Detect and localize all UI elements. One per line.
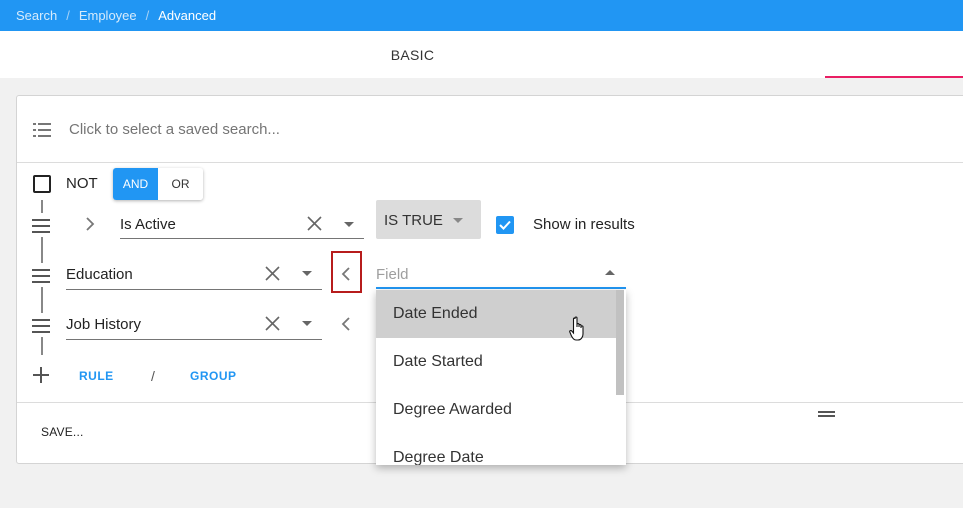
breadcrumb-separator: / [66,8,70,23]
action-separator: / [151,368,155,384]
and-button[interactable]: AND [113,168,158,200]
dropdown-scrollbar[interactable] [616,290,624,395]
chevron-down-icon[interactable] [344,222,354,227]
subfield-input[interactable]: Field [376,266,409,283]
tree-line [41,200,43,213]
breadcrumb-separator: / [145,8,150,23]
chevron-right-icon[interactable] [85,217,95,231]
clear-icon[interactable] [307,216,322,231]
field-underline [66,339,322,340]
operator-value: IS TRUE [384,212,443,229]
chevron-up-icon[interactable] [605,270,615,275]
operator-select[interactable]: IS TRUE [376,200,481,239]
drag-handle-icon[interactable] [32,269,50,287]
chevron-down-icon [453,218,463,223]
breadcrumb: Search / Employee / Advanced [0,0,963,31]
tab-basic[interactable]: BASIC [310,31,515,78]
show-in-results-checkbox[interactable] [496,216,514,234]
saved-search-selector[interactable]: Click to select a saved search... [17,96,963,163]
tree-line [41,337,43,355]
rule-field-value[interactable]: Job History [66,316,141,333]
clear-icon[interactable] [265,316,280,331]
dropdown-option[interactable]: Date Started [376,338,616,386]
add-rule-button[interactable]: RULE [79,369,114,383]
add-icon[interactable] [33,367,49,383]
tree-line [41,287,43,313]
rule-field-value[interactable]: Education [66,266,133,283]
dropdown-option[interactable]: Degree Awarded [376,386,616,434]
not-checkbox[interactable] [33,175,51,193]
show-in-results-label: Show in results [533,216,635,233]
add-group-button[interactable]: GROUP [190,369,237,383]
field-dropdown-menu: Date Ended Date Started Degree Awarded D… [376,290,626,465]
tab-advanced[interactable] [825,31,963,78]
breadcrumb-advanced: Advanced [158,8,217,23]
rule-field-value[interactable]: Is Active [120,216,176,233]
subfield-underline [376,287,626,289]
save-button[interactable]: SAVE... [41,425,84,439]
breadcrumb-employee[interactable]: Employee [79,8,137,23]
tree-line [41,237,43,263]
list-icon [33,123,51,137]
active-tab-indicator [825,76,963,78]
chevron-down-icon[interactable] [302,271,312,276]
dropdown-option[interactable]: Degree Date [376,434,616,465]
field-underline [120,238,364,239]
and-or-toggle: AND OR [113,168,203,200]
chevron-left-icon[interactable] [341,317,351,331]
or-button[interactable]: OR [158,168,203,200]
check-icon [499,220,511,230]
tab-bar: BASIC [0,31,963,78]
clear-icon[interactable] [265,266,280,281]
chevron-left-icon[interactable] [341,267,351,281]
resize-grip-icon[interactable] [818,411,836,419]
hand-cursor-icon [569,316,584,341]
chevron-down-icon[interactable] [302,321,312,326]
not-label: NOT [66,175,98,192]
drag-handle-icon[interactable] [32,219,50,237]
drag-handle-icon[interactable] [32,319,50,337]
breadcrumb-search[interactable]: Search [16,8,57,23]
field-underline [66,289,322,290]
saved-search-placeholder[interactable]: Click to select a saved search... [69,121,280,138]
